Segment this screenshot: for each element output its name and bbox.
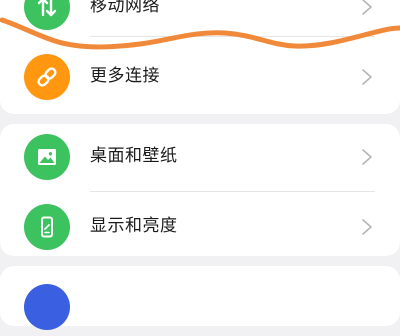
settings-item-display-brightness[interactable]: 显示和亮度 [0,196,400,256]
settings-item-label: 移动网络 [90,0,160,16]
settings-item-desktop-wallpaper[interactable]: 桌面和壁纸 [0,126,400,186]
settings-item-label: 更多连接 [90,66,160,86]
arrows-updown-icon [24,0,70,30]
settings-item-next[interactable] [0,276,400,336]
settings-item-label: 桌面和壁纸 [90,146,178,166]
settings-item-more-connections[interactable]: 更多连接 [0,46,400,106]
settings-item-label: 显示和亮度 [90,216,178,236]
chevron-right-icon [362,149,372,165]
chevron-right-icon [362,69,372,85]
divider [90,191,375,192]
image-icon [24,134,70,180]
blue-settings-icon [24,284,70,330]
phone-display-icon [24,204,70,250]
settings-item-mobile-network[interactable]: 移动网络 [0,0,400,36]
link-icon [24,54,70,100]
chevron-right-icon [362,219,372,235]
divider [90,36,375,37]
chevron-right-icon [362,0,372,15]
